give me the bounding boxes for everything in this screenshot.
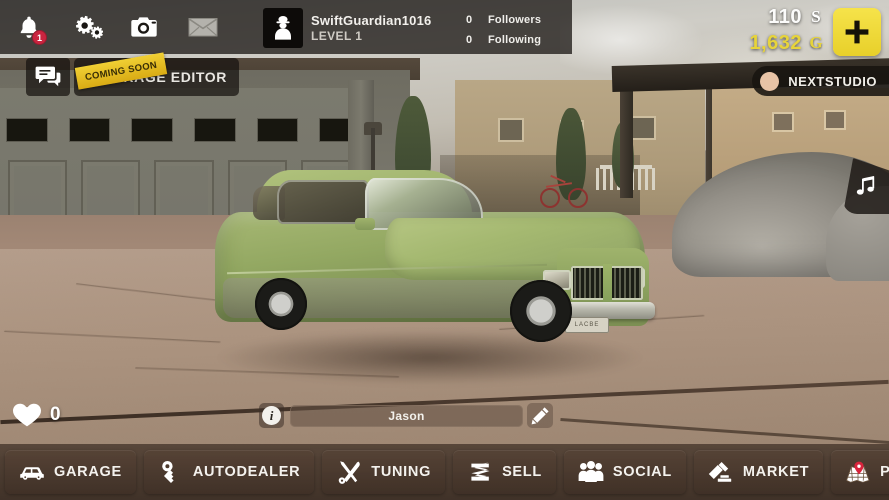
nav-sell-label: SELL — [502, 464, 542, 480]
player-profile[interactable]: SwiftGuardian1016 LEVEL 1 — [263, 8, 431, 48]
car-icon — [19, 460, 45, 484]
game-screen: LACBE 1 SwiftGuardian1016 LEVEL 1 0 Foll… — [0, 0, 889, 500]
nav-market-button[interactable]: MARKET — [694, 450, 823, 494]
nav-social-label: SOCIAL — [613, 464, 672, 480]
car-name-value: Jason — [388, 409, 424, 423]
building-window — [824, 110, 846, 130]
chat-button[interactable] — [26, 58, 70, 96]
followers-stat[interactable]: 0 Followers — [466, 10, 566, 30]
nav-garage-button[interactable]: GARAGE — [5, 450, 136, 494]
pencil-icon — [531, 406, 550, 425]
car-rear-wheel — [255, 278, 307, 330]
settings-button[interactable] — [58, 0, 116, 54]
nav-play-label: PLAY — [880, 464, 889, 480]
settings-icon — [71, 14, 103, 40]
camera-icon — [130, 15, 160, 39]
add-currency-button[interactable] — [833, 8, 881, 56]
car-grille-divider — [603, 264, 612, 302]
nav-autodealer-button[interactable]: AUTODEALER — [144, 450, 314, 494]
player-level: LEVEL 1 — [311, 29, 431, 44]
key-icon — [158, 460, 184, 484]
avatar — [263, 8, 303, 48]
profile-text: SwiftGuardian1016 LEVEL 1 — [311, 13, 431, 44]
followers-count: 0 — [466, 14, 488, 26]
gold-currency-icon: G — [807, 33, 825, 53]
car-info-button[interactable]: i — [259, 403, 284, 428]
car-name-field[interactable]: Jason — [290, 405, 523, 427]
nav-sell-button[interactable]: SELL — [453, 450, 556, 494]
plus-icon — [844, 19, 870, 45]
notifications-button[interactable]: 1 — [0, 0, 58, 54]
top-icon-row: 1 — [0, 0, 232, 54]
notifications-badge: 1 — [32, 30, 47, 45]
wrench-screwdriver-icon — [336, 460, 362, 484]
garage-door-windows — [6, 118, 361, 142]
camera-button[interactable] — [116, 0, 174, 54]
nav-tuning-label: TUNING — [371, 464, 431, 480]
nav-garage-label: GARAGE — [54, 464, 122, 480]
silver-currency-icon: S — [807, 7, 825, 27]
studio-avatar — [760, 72, 779, 91]
studio-name: NEXTSTUDIO — [788, 74, 877, 89]
heart-icon — [12, 402, 42, 428]
likes-display: 0 — [12, 402, 61, 428]
gavel-icon — [708, 460, 734, 484]
chat-bubble-icon — [35, 65, 61, 89]
silver-amount: 110 — [768, 6, 802, 29]
currency-s-icon — [467, 460, 493, 484]
currency-display: 110 S 1,632 G — [749, 4, 825, 56]
nav-social-button[interactable]: SOCIAL — [564, 450, 686, 494]
nav-market-label: MARKET — [743, 464, 809, 480]
music-note-icon — [856, 175, 876, 197]
social-stats: 0 Followers 0 Following — [466, 10, 566, 50]
mail-icon — [188, 16, 218, 38]
mail-button[interactable] — [174, 0, 232, 54]
nav-tuning-button[interactable]: TUNING — [322, 450, 445, 494]
likes-count: 0 — [50, 404, 61, 426]
building-window — [772, 112, 794, 132]
license-plate: LACBE — [565, 317, 609, 333]
info-icon: i — [262, 406, 281, 425]
player-car[interactable]: LACBE — [205, 160, 655, 365]
house-window — [630, 116, 656, 140]
people-icon — [578, 460, 604, 484]
nav-play-button[interactable]: PLAY — [831, 450, 889, 494]
car-side-mirror — [355, 218, 375, 230]
following-stat[interactable]: 0 Following — [466, 30, 566, 50]
house-window — [498, 118, 524, 142]
silver-row: 110 S — [749, 4, 825, 30]
following-count: 0 — [466, 34, 488, 46]
followers-label: Followers — [488, 14, 541, 26]
gold-amount: 1,632 — [749, 32, 802, 55]
car-side-window — [277, 180, 369, 224]
studio-badge[interactable]: NEXTSTUDIO — [752, 66, 889, 96]
gold-row: 1,632 G — [749, 30, 825, 56]
username: SwiftGuardian1016 — [311, 13, 431, 29]
map-pin-icon — [845, 460, 871, 484]
car-front-wheel — [510, 280, 572, 342]
user-avatar-icon — [271, 14, 295, 42]
bottom-navigation: GARAGE AUTODEALER TUNING SELL SOCIAL MAR… — [0, 444, 889, 500]
edit-car-name-button[interactable] — [527, 403, 553, 428]
following-label: Following — [488, 34, 541, 46]
nav-autodealer-label: AUTODEALER — [193, 464, 300, 480]
